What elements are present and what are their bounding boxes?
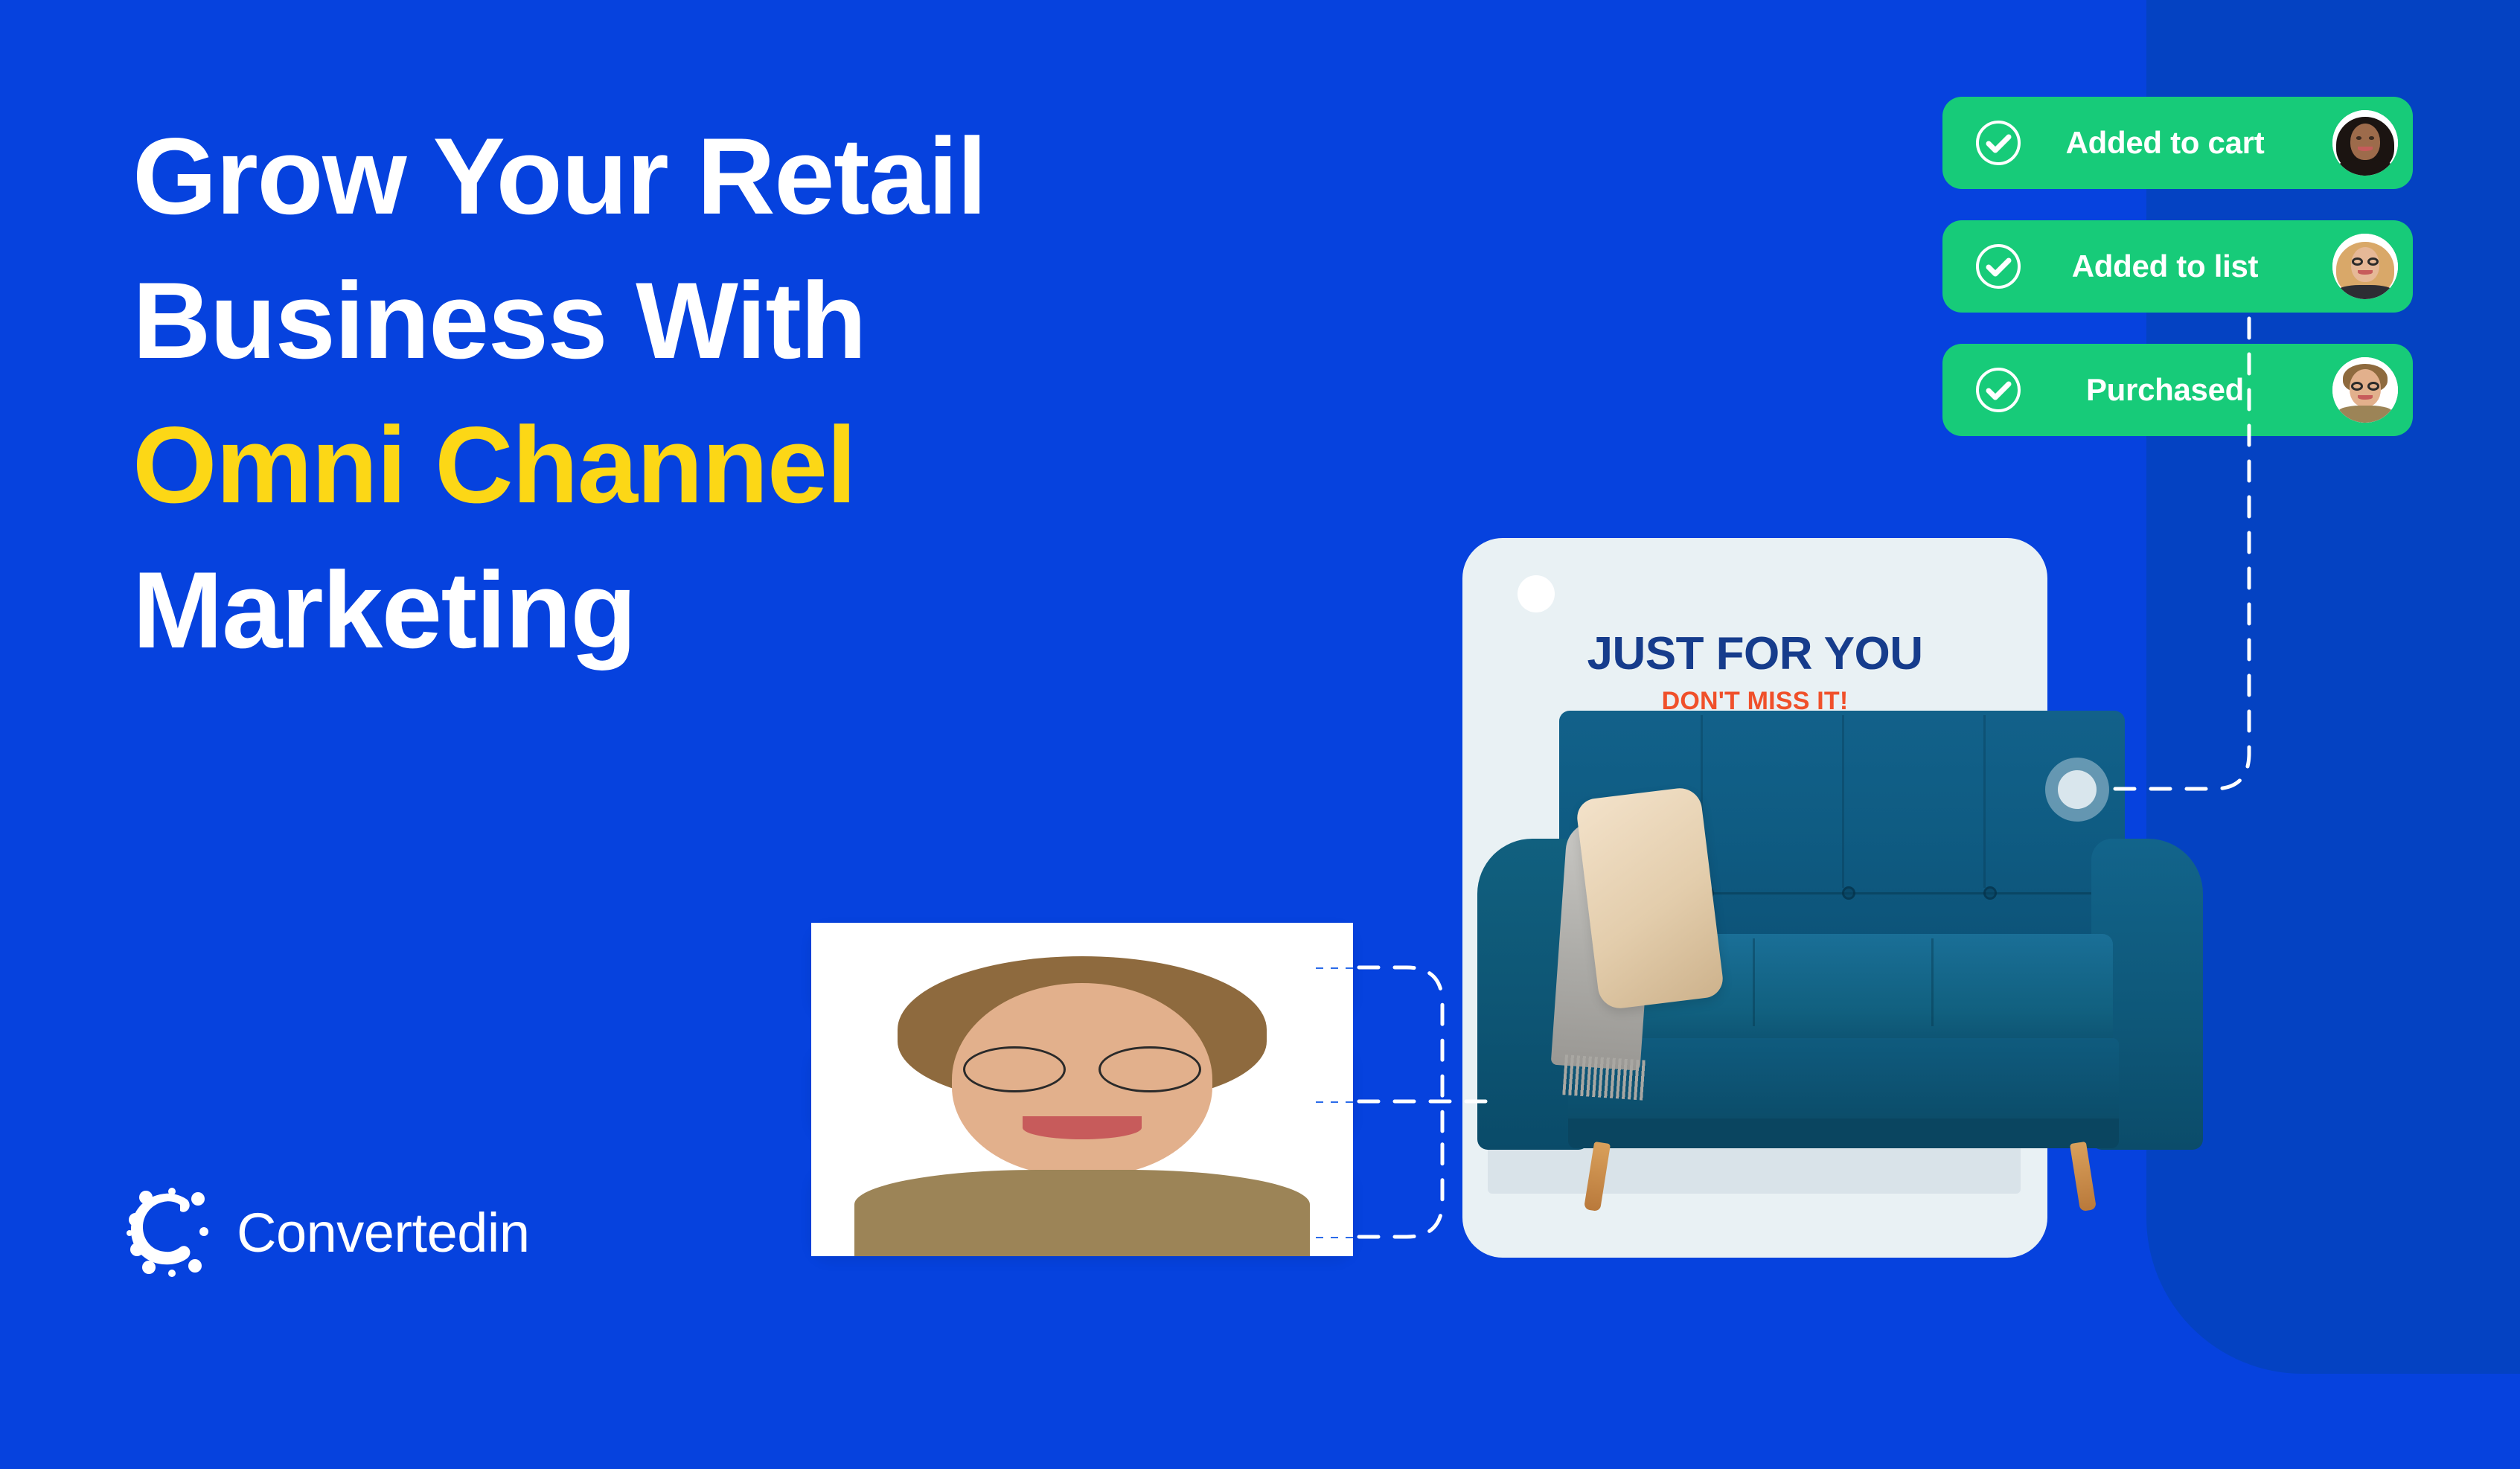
status-badge[interactable]: Added to cart [1942,97,2413,189]
row-connector-dash [1316,967,1359,969]
status-badge-list: Added to cart Added to list Purchased [1942,97,2413,436]
brand-wordmark: Convertedin [237,1201,530,1264]
headline-line-4: Marketing [132,548,637,671]
headline-line-2: Business With [132,260,867,382]
circle-check-icon [1975,120,2021,166]
avatar [2332,234,2398,299]
banner-canvas: Grow Your Retail Business With Omni Chan… [0,0,2520,1469]
headline-line-3-highlight: Omni Channel [132,404,857,526]
card-title: JUST FOR YOU [1587,628,1923,679]
search-query-list: sofa for sale [811,923,1353,1256]
avatar [2332,357,2398,423]
row-connector-dash [1316,1237,1359,1238]
click-indicator-icon [2045,758,2109,822]
status-badge[interactable]: Purchased [1942,344,2413,436]
circle-check-icon [1975,243,2021,289]
circle-check-icon [1975,367,2021,413]
page-title: Grow Your Retail Business With Omni Chan… [132,104,1293,682]
status-badge[interactable]: Added to list [1942,220,2413,313]
row-connector-dash [1316,1101,1359,1103]
convertedin-c-mark-icon [127,1187,217,1278]
brand-logo[interactable]: Convertedin [127,1187,530,1278]
card-corner-dot-icon [1518,575,1555,612]
search-row-google[interactable]: sofa sets [811,923,1353,1256]
avatar [2332,110,2398,176]
avatar [811,923,1353,1256]
headline-line-1: Grow Your Retail [132,115,987,237]
